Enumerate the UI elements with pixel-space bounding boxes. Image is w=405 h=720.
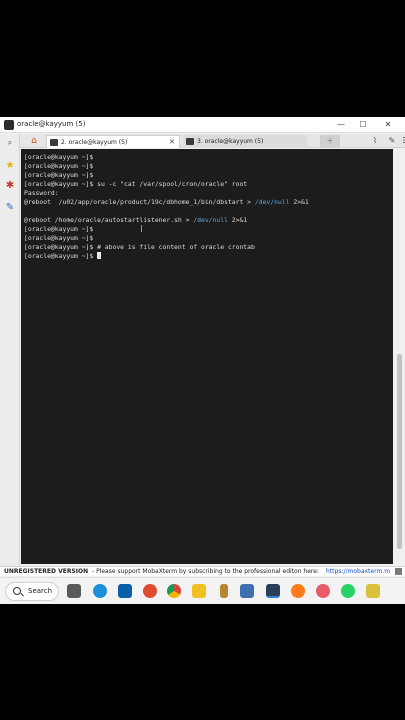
new-tab-icon[interactable]: ＋ — [320, 135, 340, 147]
task-view-icon[interactable] — [67, 584, 81, 598]
line-text: [oracle@kayyum ~]$ su -c "cat /var/spool… — [24, 180, 248, 188]
tools-icon[interactable]: ✱ — [4, 180, 16, 192]
line-text: @reboot /home/oracle/autostartlistener.s… — [24, 216, 194, 224]
browser-icon[interactable] — [316, 584, 330, 598]
file-explorer-icon[interactable] — [192, 584, 206, 598]
unregistered-label: UNREGISTERED VERSION — [4, 568, 89, 575]
terminal-line: [oracle@kayyum ~]$ — [24, 162, 309, 171]
dev-null-path: /dev/null — [193, 216, 228, 224]
line-text: 2>&1 — [289, 198, 309, 206]
taskbar-search[interactable]: Search — [5, 582, 59, 601]
whatsapp-icon[interactable] — [341, 584, 355, 598]
tab-session-2[interactable]: 2. oracle@kayyum (5) ✕ — [46, 135, 180, 148]
puzzle-icon[interactable] — [366, 584, 380, 598]
terminal-line: [oracle@kayyum ~]$ — [24, 225, 309, 234]
minimize-button[interactable]: — — [335, 119, 347, 131]
line-text: [oracle@kayyum ~]$ — [24, 162, 94, 170]
search-icon — [13, 587, 21, 595]
terminal-line: Password: — [24, 189, 309, 198]
support-message: - Please support MobaXterm by subscribin… — [92, 568, 319, 575]
chrome-icon[interactable] — [167, 584, 181, 598]
terminal-text: [oracle@kayyum ~]$ [oracle@kayyum ~]$ [ora… — [24, 153, 309, 261]
terminal-line: [oracle@kayyum ~]$ su -c "cat /var/spool… — [24, 180, 309, 189]
app-icon[interactable] — [143, 584, 157, 598]
window-title: oracle@kayyum (5) — [17, 120, 86, 128]
line-text: Password: — [24, 189, 59, 197]
line-text: [oracle@kayyum ~]$ # above is file conte… — [24, 243, 255, 251]
line-text: [oracle@kayyum ~]$ — [24, 234, 94, 242]
macros-icon[interactable]: ✎ — [4, 202, 16, 214]
line-text: @reboot /u02/app/oracle/product/19c/dbho… — [24, 198, 255, 206]
terminal-line: @reboot /u02/app/oracle/product/19c/dbho… — [24, 198, 309, 207]
status-bar: UNREGISTERED VERSION - Please support Mo… — [0, 566, 405, 576]
line-text: [oracle@kayyum ~]$ — [24, 153, 94, 161]
maximize-button[interactable]: ☐ — [357, 119, 369, 131]
line-text: 2>&1 — [227, 216, 248, 224]
mobaxterm-window: oracle@kayyum (5) — ☐ ✕ ⌕ ★ ✱ ✎ ⌂ 2. ora… — [0, 117, 405, 604]
terminal-output[interactable]: [oracle@kayyum ~]$ [oracle@kayyum ~]$ [ora… — [21, 149, 393, 564]
terminal-cursor — [97, 252, 102, 259]
firefox-icon[interactable] — [291, 584, 305, 598]
terminal-tab-icon — [50, 139, 58, 146]
subscribe-link[interactable]: https://mobaxterm.m — [326, 567, 390, 576]
menu-icon[interactable]: ☰ — [400, 135, 405, 147]
status-icon — [395, 568, 402, 575]
windows-taskbar: Search — [0, 577, 405, 604]
terminal-line: [oracle@kayyum ~]$ — [24, 171, 309, 180]
edge-icon[interactable] — [93, 584, 107, 598]
home-icon[interactable]: ⌂ — [28, 135, 40, 147]
tab-label: 2. oracle@kayyum (5) — [61, 139, 128, 146]
scroll-thumb[interactable] — [397, 354, 402, 549]
tab-label: 3. oracle@kayyum (5) — [197, 138, 264, 145]
mouse-ibeam-cursor — [141, 225, 144, 232]
line-text: [oracle@kayyum ~]$ — [24, 225, 94, 233]
tab-bar: ⌂ 2. oracle@kayyum (5) ✕ 3. oracle@kayyu… — [20, 134, 405, 148]
terminal-line: [oracle@kayyum ~]$ # above is file conte… — [24, 243, 309, 252]
terminal-tab-icon — [186, 138, 194, 145]
tab-close-icon[interactable]: ✕ — [169, 136, 175, 149]
terminal-line: @reboot /home/oracle/autostartlistener.s… — [24, 216, 309, 225]
pen-icon[interactable]: ✎ — [386, 135, 398, 147]
line-text: [oracle@kayyum ~]$ — [24, 252, 98, 260]
line-text: [oracle@kayyum ~]$ — [24, 171, 94, 179]
terminal-line: [oracle@kayyum ~]$ — [24, 252, 309, 261]
mobaxterm-active-icon[interactable] — [266, 584, 280, 598]
title-bar: oracle@kayyum (5) — ☐ ✕ — [0, 117, 405, 133]
star-icon[interactable]: ★ — [4, 160, 16, 172]
dev-null-path: /dev/null — [254, 198, 290, 206]
terminal-app-icon — [4, 120, 14, 130]
search-label: Search — [28, 587, 53, 595]
attach-icon[interactable]: ⌇ — [369, 135, 381, 147]
terminal-line: [oracle@kayyum ~]$ — [24, 153, 309, 162]
store-icon[interactable] — [118, 584, 132, 598]
close-button[interactable]: ✕ — [382, 119, 394, 131]
terminal-scrollbar[interactable] — [394, 149, 405, 564]
tab-session-3[interactable]: 3. oracle@kayyum (5) — [183, 135, 307, 148]
tool-icon[interactable] — [220, 584, 228, 598]
mobaxterm-icon[interactable] — [240, 584, 254, 598]
search-icon[interactable]: ⌕ — [4, 137, 16, 149]
side-toolbar: ⌕ ★ ✱ ✎ — [0, 134, 20, 584]
terminal-line: [oracle@kayyum ~]$ — [24, 234, 309, 243]
